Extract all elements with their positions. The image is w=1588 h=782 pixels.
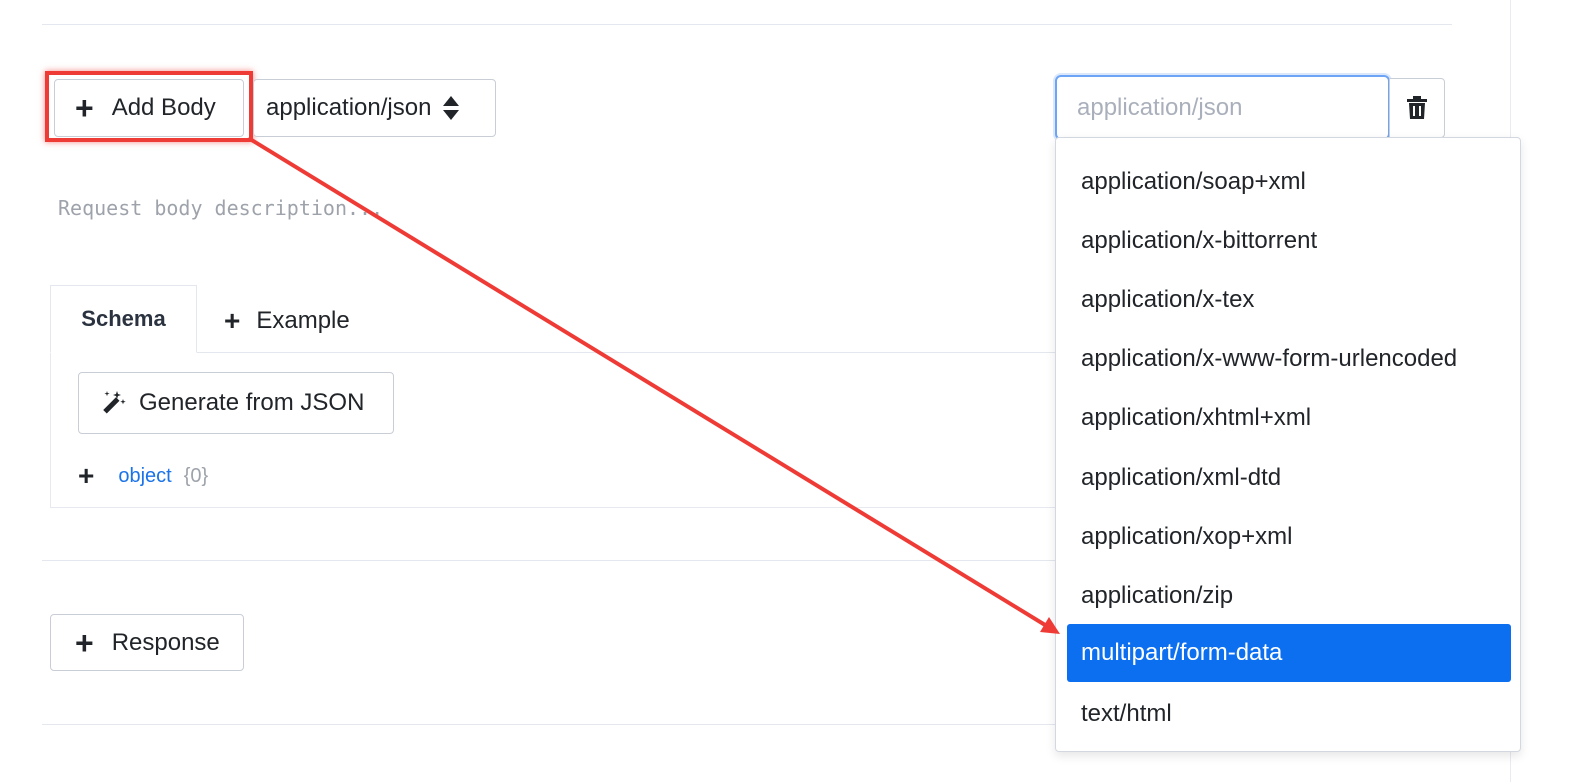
generate-from-json-button[interactable]: Generate from JSON: [78, 372, 394, 434]
add-property-icon[interactable]: +: [78, 462, 94, 490]
tab-schema[interactable]: Schema: [50, 285, 197, 353]
dropdown-option[interactable]: multipart/form-data: [1067, 624, 1511, 682]
dropdown-option[interactable]: application/x-tex: [1067, 271, 1511, 329]
plus-icon: +: [224, 305, 241, 336]
bottom-divider: [42, 724, 1056, 725]
schema-root-row: + object {0}: [78, 462, 208, 490]
trash-icon: [1407, 96, 1427, 119]
dropdown-option[interactable]: application/xop+xml: [1067, 508, 1511, 566]
dropdown-option[interactable]: application/soap+xml: [1067, 153, 1511, 211]
add-response-label: Response: [111, 628, 220, 656]
delete-body-button[interactable]: [1389, 78, 1445, 138]
request-body-description[interactable]: Request body description...: [58, 196, 383, 220]
dropdown-option[interactable]: application/x-bittorrent: [1067, 212, 1511, 270]
dropdown-option[interactable]: application/zip: [1067, 567, 1511, 625]
content-type-search-input[interactable]: [1055, 75, 1390, 140]
content-type-dropdown: application/soap+xml application/x-bittor…: [1055, 137, 1521, 752]
sort-icon: [443, 95, 460, 121]
dropdown-option[interactable]: application/xhtml+xml: [1067, 389, 1511, 447]
dropdown-option[interactable]: application/xml-dtd: [1067, 449, 1511, 507]
tab-bar-line: [196, 352, 1060, 353]
top-divider: [42, 24, 1452, 25]
add-response-button[interactable]: + Response: [50, 614, 244, 671]
dropdown-option[interactable]: text/html: [1067, 685, 1511, 743]
section-divider: [42, 560, 1056, 561]
schema-root-count: {0}: [183, 464, 209, 487]
generate-from-json-label: Generate from JSON: [139, 389, 365, 416]
tab-example[interactable]: + Example: [224, 297, 350, 345]
plus-icon: +: [75, 624, 94, 661]
annotation-highlight-box: [45, 71, 253, 142]
content-type-value: application/json: [266, 94, 432, 121]
dropdown-option[interactable]: application/x-www-form-urlencoded: [1067, 330, 1511, 388]
magic-wand-icon: [103, 391, 126, 414]
tab-schema-label: Schema: [81, 306, 166, 331]
schema-root-type[interactable]: object: [118, 465, 171, 488]
content-type-select[interactable]: application/json: [253, 79, 496, 137]
tab-example-label: Example: [256, 307, 350, 334]
